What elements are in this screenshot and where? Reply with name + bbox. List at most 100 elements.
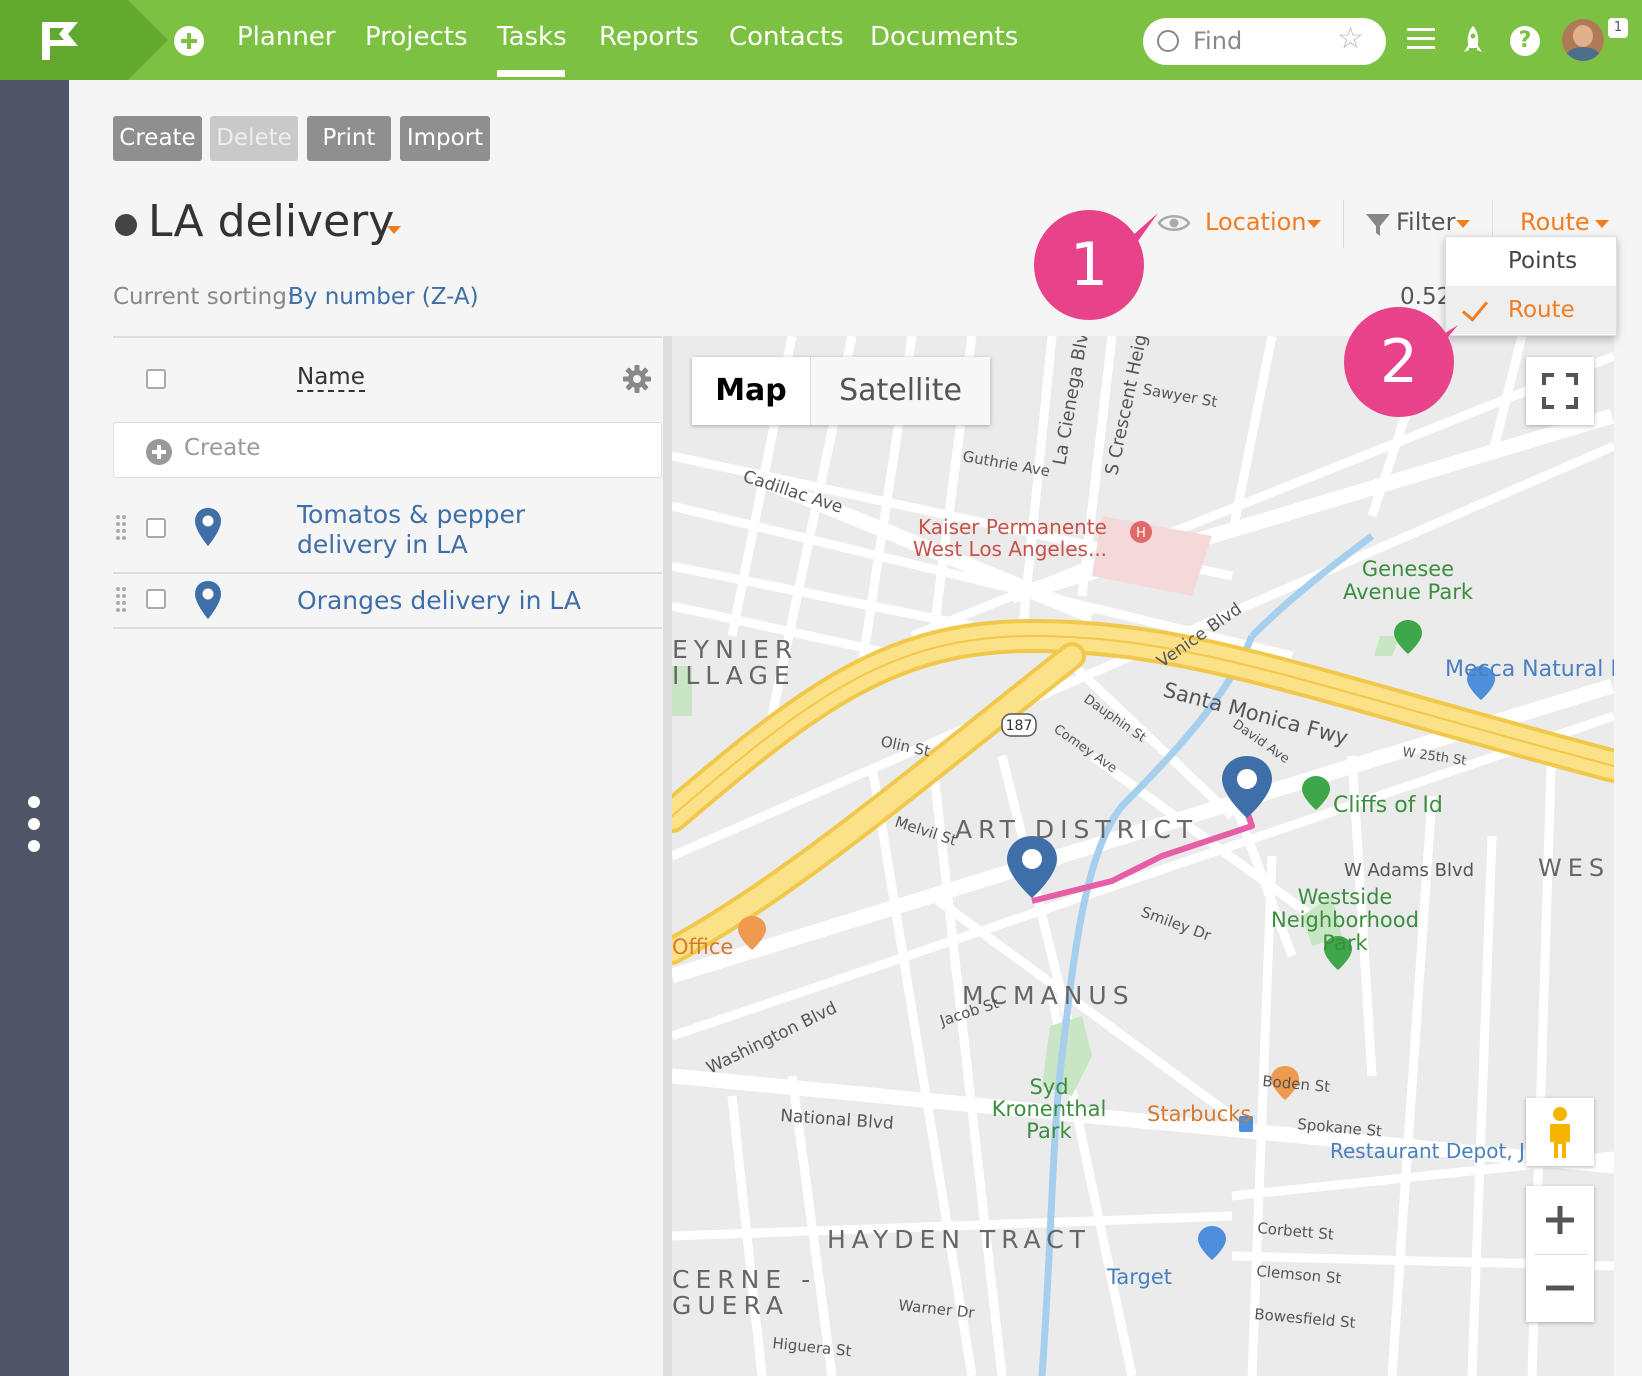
- search-input[interactable]: Find ☆: [1143, 18, 1386, 65]
- route-dropdown-menu: Points Route: [1445, 236, 1617, 336]
- search-icon: [1157, 30, 1179, 52]
- title-dropdown-caret[interactable]: [387, 226, 401, 234]
- create-task-label: Create: [184, 435, 261, 461]
- zoom-out-icon[interactable]: [1526, 1254, 1594, 1322]
- nav-tasks[interactable]: Tasks: [497, 22, 567, 52]
- svg-text:Target: Target: [1106, 1265, 1172, 1289]
- logo-flag-icon[interactable]: [38, 20, 82, 62]
- avatar[interactable]: [1562, 19, 1604, 61]
- svg-text:Syd: Syd: [1029, 1075, 1068, 1099]
- add-icon[interactable]: [174, 26, 204, 56]
- svg-text:Genesee: Genesee: [1362, 557, 1454, 581]
- name-column-header[interactable]: Name: [297, 364, 365, 392]
- zoom-controls: [1526, 1186, 1594, 1322]
- route-option-route-label: Route: [1508, 297, 1575, 323]
- rocket-icon[interactable]: [1460, 24, 1486, 56]
- inline-create-task[interactable]: Create: [113, 422, 662, 478]
- svg-text:Avenue Park: Avenue Park: [1343, 580, 1474, 604]
- map-pin-icon[interactable]: [193, 580, 223, 620]
- annotation-bubble-2: 2: [1344, 307, 1454, 417]
- filter-caret[interactable]: [1456, 220, 1470, 228]
- nav-documents[interactable]: Documents: [870, 22, 1018, 52]
- nav-projects[interactable]: Projects: [365, 22, 468, 52]
- svg-text:187: 187: [1006, 718, 1033, 734]
- filter-dropdown[interactable]: Filter: [1396, 208, 1455, 236]
- svg-text:EYNIER: EYNIER: [672, 635, 798, 664]
- zoom-in-icon[interactable]: [1526, 1186, 1594, 1254]
- annotation-bubble-1: 1: [1034, 210, 1144, 320]
- task-list-panel: [69, 336, 665, 1376]
- route-option-points[interactable]: Points: [1446, 237, 1616, 285]
- add-icon: [146, 439, 172, 465]
- map-type-map[interactable]: Map: [692, 357, 810, 425]
- filter-icon[interactable]: [1365, 212, 1391, 238]
- svg-text:Westside: Westside: [1298, 885, 1393, 909]
- list-top-divider: [113, 336, 662, 338]
- checkmark-icon: [1461, 294, 1489, 322]
- task-name-link[interactable]: Oranges delivery in LA: [297, 586, 581, 616]
- svg-text:Park: Park: [1026, 1119, 1072, 1143]
- notification-badge[interactable]: 1: [1608, 18, 1628, 38]
- logo-arrow-shape: [128, 0, 168, 80]
- search-placeholder: Find: [1193, 27, 1243, 55]
- svg-text:Starbucks: Starbucks: [1147, 1102, 1251, 1126]
- route-caret[interactable]: [1595, 220, 1609, 228]
- create-button[interactable]: Create: [113, 116, 202, 161]
- location-dropdown[interactable]: Location: [1205, 208, 1307, 236]
- pegman-icon: [1550, 1107, 1570, 1158]
- print-button[interactable]: Print: [307, 116, 391, 161]
- map-pin-icon[interactable]: [193, 507, 223, 547]
- svg-text:HAYDEN TRACT: HAYDEN TRACT: [827, 1225, 1091, 1254]
- more-dots-icon[interactable]: [28, 796, 40, 852]
- map-type-satellite[interactable]: Satellite: [810, 357, 990, 425]
- fullscreen-button[interactable]: [1526, 357, 1594, 425]
- sorting-value-link[interactable]: By number (Z-A): [288, 284, 479, 310]
- import-button[interactable]: Import: [400, 116, 490, 161]
- svg-text:ART DISTRICT: ART DISTRICT: [955, 815, 1198, 844]
- svg-text:Neighborhood: Neighborhood: [1271, 908, 1419, 932]
- svg-text:West Los Angeles...: West Los Angeles...: [913, 537, 1107, 561]
- svg-text:Kronenthal: Kronenthal: [992, 1097, 1107, 1121]
- task-checkbox[interactable]: [146, 589, 166, 609]
- drag-handle-icon[interactable]: [115, 514, 127, 540]
- gear-icon[interactable]: [622, 364, 652, 394]
- street-view-button[interactable]: [1526, 1098, 1594, 1166]
- eye-icon[interactable]: [1157, 213, 1191, 233]
- task-name-link[interactable]: Tomatos & pepper delivery in LA: [297, 500, 597, 560]
- route-option-route[interactable]: Route: [1446, 286, 1616, 334]
- route-dropdown[interactable]: Route: [1520, 208, 1590, 236]
- sorting-label: Current sorting:: [113, 284, 295, 310]
- select-all-checkbox[interactable]: [146, 369, 166, 389]
- nav-reports[interactable]: Reports: [599, 22, 699, 52]
- help-icon[interactable]: ?: [1510, 26, 1540, 56]
- left-rail: [0, 80, 69, 1376]
- nav-active-indicator: [497, 70, 565, 77]
- drag-handle-icon[interactable]: [115, 586, 127, 612]
- header-divider: [1343, 200, 1344, 248]
- svg-text:Kaiser Permanente: Kaiser Permanente: [918, 515, 1107, 539]
- top-navigation-bar: Planner Projects Tasks Reports Contacts …: [0, 0, 1642, 80]
- map-view[interactable]: H 187 Kaiser Permanente West Los Angeles…: [672, 336, 1614, 1376]
- svg-text:Office: Office: [672, 935, 733, 959]
- star-icon[interactable]: ☆: [1337, 24, 1364, 54]
- map-type-toggle: Map Satellite: [692, 357, 990, 425]
- page-title[interactable]: LA delivery: [148, 196, 394, 247]
- title-status-dot: [115, 214, 137, 236]
- location-caret[interactable]: [1307, 220, 1321, 228]
- svg-text:Cliffs of Id: Cliffs of Id: [1333, 793, 1443, 818]
- svg-text:Mecca Natural M: Mecca Natural M: [1445, 657, 1614, 682]
- fullscreen-icon: [1542, 373, 1578, 409]
- svg-text:Park: Park: [1322, 931, 1368, 955]
- delete-button[interactable]: Delete: [210, 116, 298, 161]
- task-checkbox[interactable]: [146, 518, 166, 538]
- svg-text:ILLAGE: ILLAGE: [672, 661, 796, 690]
- map-canvas[interactable]: H 187 Kaiser Permanente West Los Angeles…: [672, 336, 1614, 1376]
- row-divider: [113, 627, 662, 629]
- svg-text:WES: WES: [1538, 854, 1610, 882]
- nav-planner[interactable]: Planner: [237, 22, 335, 52]
- svg-text:W Adams Blvd: W Adams Blvd: [1344, 860, 1474, 881]
- menu-icon[interactable]: [1407, 28, 1435, 50]
- svg-text:GUERA: GUERA: [672, 1291, 789, 1320]
- svg-text:CERNE -: CERNE -: [672, 1265, 816, 1294]
- nav-contacts[interactable]: Contacts: [729, 22, 844, 52]
